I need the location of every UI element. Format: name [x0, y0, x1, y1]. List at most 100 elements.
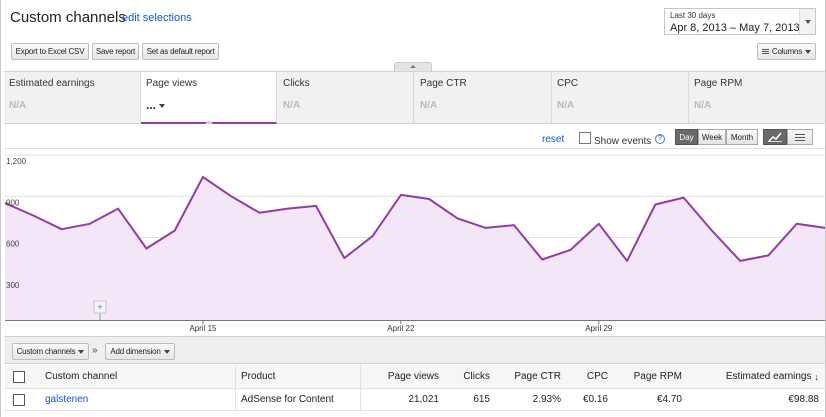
granularity-month-button[interactable]: Month	[726, 129, 758, 145]
dimension-bar: Custom channels » Add dimension	[4, 336, 825, 364]
table-view-icon	[795, 133, 805, 141]
metric-value: N/A	[9, 100, 27, 111]
data-point	[428, 198, 430, 200]
data-point	[682, 196, 684, 198]
data-point	[60, 228, 62, 230]
line-chart-view-button[interactable]	[763, 129, 787, 145]
metric-label: CPC	[557, 78, 579, 89]
date-range-value: Apr 8, 2013 – May 7, 2013	[670, 22, 800, 34]
reset-link[interactable]: reset	[542, 134, 564, 145]
column-divider	[235, 389, 236, 410]
table-row: galstenen AdSense for Content 21,021 615…	[4, 389, 825, 411]
metric-value: N/A	[694, 100, 712, 111]
metric-estimated-earnings[interactable]: Estimated earnings N/A	[4, 72, 141, 124]
x-tick-label: April 29	[585, 324, 613, 333]
export-csv-button[interactable]: Export to Excel CSV	[11, 43, 89, 60]
cpc-cell: €0.16	[582, 394, 608, 405]
product-cell: AdSense for Content	[241, 394, 334, 405]
header-page-rpm[interactable]: Page RPM	[608, 365, 682, 388]
channel-link[interactable]: galstenen	[45, 389, 88, 410]
columns-icon	[761, 49, 769, 54]
data-point	[400, 194, 402, 196]
data-point	[173, 229, 175, 231]
edit-selections-link[interactable]: edit selections	[122, 12, 192, 24]
header-product[interactable]: Product	[241, 365, 275, 388]
data-point	[343, 257, 345, 259]
add-dimension-button[interactable]: Add dimension	[105, 343, 175, 360]
sort-desc-icon: ↓	[814, 371, 820, 382]
report-table: Custom channel Product Page views Clicks…	[4, 365, 825, 411]
header-page-ctr[interactable]: Page CTR	[490, 365, 561, 388]
header-custom-channel[interactable]: Custom channel	[45, 365, 117, 388]
line-chart-icon	[768, 132, 782, 142]
add-event-icon: +	[97, 303, 103, 314]
metric-label: Page CTR	[420, 78, 467, 89]
header-clicks[interactable]: Clicks	[439, 365, 490, 388]
page-rpm-cell: €4.70	[656, 394, 682, 405]
metric-cpc[interactable]: CPC N/A	[552, 72, 689, 124]
caret-down-icon	[163, 349, 170, 354]
data-point	[598, 223, 600, 225]
metric-value: ...	[146, 98, 166, 112]
metric-clicks[interactable]: Clicks N/A	[278, 72, 414, 124]
data-point	[484, 227, 486, 229]
columns-label: Columns	[771, 47, 803, 56]
granularity-day-button[interactable]: Day	[675, 129, 698, 145]
data-point	[711, 229, 713, 231]
page-ctr-cell: 2.93%	[532, 394, 561, 405]
metric-value: N/A	[420, 100, 438, 111]
data-point	[371, 235, 373, 237]
help-icon[interactable]: ?	[655, 134, 665, 144]
x-tick-label: April 22	[387, 324, 415, 333]
collapse-metrics-tab[interactable]	[394, 62, 432, 71]
metric-label: Estimated earnings	[9, 78, 95, 89]
columns-button[interactable]: Columns	[757, 43, 816, 60]
metric-value: N/A	[557, 100, 575, 111]
date-range-picker[interactable]: Last 30 days Apr 8, 2013 – May 7, 2013	[664, 8, 816, 35]
metric-page-rpm[interactable]: Page RPM N/A	[689, 72, 825, 124]
show-events-checkbox[interactable]	[579, 132, 591, 144]
data-point	[258, 212, 260, 214]
data-point	[796, 223, 798, 225]
selected-notch	[205, 120, 213, 124]
data-point	[654, 203, 656, 205]
clicks-cell: 615	[473, 394, 490, 405]
y-tick-label: 900	[6, 198, 20, 207]
row-select-cell	[13, 389, 25, 410]
save-report-button[interactable]: Save report	[92, 43, 139, 60]
header-estimated-earnings[interactable]: Estimated earnings ↓	[682, 365, 819, 388]
data-point	[767, 254, 769, 256]
data-point	[315, 205, 317, 207]
select-all-checkbox[interactable]	[13, 370, 25, 383]
y-tick-label: 600	[6, 240, 20, 249]
caret-down-icon[interactable]	[159, 103, 166, 108]
select-all-cell	[13, 365, 25, 388]
add-dimension-label: Add dimension	[110, 347, 161, 356]
row-checkbox[interactable]	[13, 393, 25, 406]
chevron-down-icon[interactable]	[799, 9, 815, 34]
dimension-label: Custom channels	[16, 347, 76, 356]
caret-down-icon	[805, 49, 812, 54]
custom-channels-dimension-button[interactable]: Custom channels	[12, 343, 89, 360]
page-views-chart: 1,200 900 600 300 April 15 April 22 April 29 +	[4, 154, 826, 333]
table-header-row: Custom channel Product Page views Clicks…	[4, 365, 825, 389]
set-default-report-button[interactable]: Set as default report	[142, 43, 219, 60]
earnings-cell: €98.88	[788, 394, 819, 405]
metric-page-ctr[interactable]: Page CTR N/A	[415, 72, 552, 124]
data-point	[145, 247, 147, 249]
show-events-label: Show events	[594, 136, 652, 147]
data-point	[456, 217, 458, 219]
header-page-views[interactable]: Page views	[360, 365, 439, 388]
metric-page-views[interactable]: Page views ...	[141, 72, 277, 124]
page-title: Custom channels	[10, 9, 126, 26]
table-view-button[interactable]	[787, 129, 813, 145]
column-divider	[235, 365, 236, 388]
y-tick-label: 300	[6, 281, 20, 290]
header-cpc[interactable]: CPC	[561, 365, 608, 388]
x-tick-label: April 15	[189, 324, 217, 333]
data-point	[32, 214, 34, 216]
granularity-week-button[interactable]: Week	[698, 129, 726, 145]
page-views-cell: 21,021	[408, 394, 439, 405]
metrics-bar: Estimated earnings N/A Page views ... Cl…	[4, 71, 825, 124]
caret-down-icon	[78, 349, 85, 354]
